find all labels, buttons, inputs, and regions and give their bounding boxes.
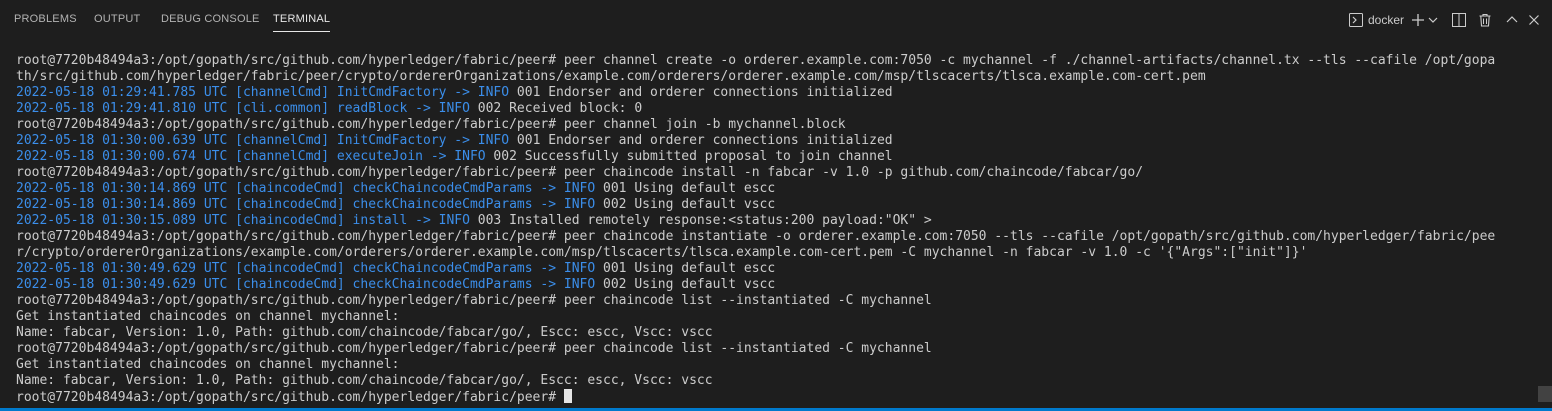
plus-icon[interactable] — [1410, 12, 1426, 28]
log-prefix: 2022-05-18 01:30:15.089 UTC [chaincodeCm… — [16, 213, 470, 228]
tab-terminal[interactable]: TERMINAL — [273, 13, 331, 32]
log-prefix: 2022-05-18 01:30:49.629 UTC [chaincodeCm… — [16, 277, 596, 292]
terminal-line: root@7720b48494a3:/opt/gopath/src/github… — [16, 341, 932, 356]
terminal-line: Get instantiated chaincodes on channel m… — [16, 357, 400, 372]
terminal-line: 2022-05-18 01:30:14.869 UTC [chaincodeCm… — [16, 181, 1528, 197]
log-prefix: 2022-05-18 01:29:41.810 UTC [cli.common]… — [16, 101, 470, 116]
log-message: 002 Using default vscc — [595, 277, 776, 292]
terminal-icon[interactable] — [1348, 12, 1364, 28]
tab-problems[interactable]: PROBLEMS — [14, 13, 77, 25]
log-prefix: 2022-05-18 01:30:14.869 UTC [chaincodeCm… — [16, 181, 596, 196]
terminal-line: 2022-05-18 01:30:00.674 UTC [channelCmd]… — [16, 149, 1528, 165]
log-prefix: 2022-05-18 01:30:00.674 UTC [channelCmd]… — [16, 149, 486, 164]
log-message: 002 Using default vscc — [595, 197, 776, 212]
log-message: 003 Installed remotely response:<status:… — [469, 213, 932, 228]
terminal-line: 2022-05-18 01:30:15.089 UTC [chaincodeCm… — [16, 213, 1528, 229]
terminal-line: th/src/github.com/hyperledger/fabric/pee… — [16, 69, 1206, 84]
chevron-down-icon[interactable] — [1427, 12, 1439, 28]
terminal-cursor — [563, 389, 572, 403]
trash-icon[interactable] — [1477, 12, 1493, 28]
log-prefix: 2022-05-18 01:30:00.639 UTC [channelCmd]… — [16, 133, 510, 148]
log-message: 001 Using default escc — [595, 181, 776, 196]
terminal-line: 2022-05-18 01:29:41.810 UTC [cli.common]… — [16, 101, 1528, 117]
terminal-line: 2022-05-18 01:30:49.629 UTC [chaincodeCm… — [16, 277, 1528, 293]
log-message: 002 Received block: 0 — [469, 101, 643, 116]
log-message: 001 Endorser and orderer connections ini… — [509, 85, 893, 100]
terminal-line: Name: fabcar, Version: 1.0, Path: github… — [16, 325, 713, 340]
terminal-output[interactable]: root@7720b48494a3:/opt/gopath/src/github… — [16, 53, 1528, 405]
chevron-up-icon[interactable] — [1504, 12, 1520, 28]
terminal-line: 2022-05-18 01:30:14.869 UTC [chaincodeCm… — [16, 197, 1528, 213]
terminal-scrollbar[interactable] — [1538, 386, 1552, 402]
log-prefix: 2022-05-18 01:30:14.869 UTC [chaincodeCm… — [16, 197, 596, 212]
log-message: 001 Using default escc — [595, 261, 776, 276]
split-icon[interactable] — [1451, 12, 1467, 28]
log-message: 002 Successfully submitted proposal to j… — [485, 149, 893, 164]
terminal-line: 2022-05-18 01:30:00.639 UTC [channelCmd]… — [16, 133, 1528, 149]
terminal-prompt: root@7720b48494a3:/opt/gopath/src/github… — [16, 390, 564, 405]
terminal-line: 2022-05-18 01:30:49.629 UTC [chaincodeCm… — [16, 261, 1528, 277]
terminal-line: r/crypto/ordererOrganizations/example.co… — [16, 245, 1308, 260]
log-prefix: 2022-05-18 01:29:41.785 UTC [channelCmd]… — [16, 85, 510, 100]
panel-tab-bar: PROBLEMS OUTPUT DEBUG CONSOLE TERMINAL d… — [0, 0, 1552, 40]
log-message: 001 Endorser and orderer connections ini… — [509, 133, 893, 148]
terminal-line: root@7720b48494a3:/opt/gopath/src/github… — [16, 117, 846, 132]
terminal-line: root@7720b48494a3:/opt/gopath/src/github… — [16, 165, 1144, 180]
tab-output[interactable]: OUTPUT — [94, 13, 140, 25]
terminal-line: Name: fabcar, Version: 1.0, Path: github… — [16, 373, 713, 388]
close-icon[interactable] — [1526, 12, 1542, 28]
tab-debug-console[interactable]: DEBUG CONSOLE — [161, 13, 260, 25]
terminal-line: 2022-05-18 01:29:41.785 UTC [channelCmd]… — [16, 85, 1528, 101]
terminal-line: root@7720b48494a3:/opt/gopath/src/github… — [16, 229, 1496, 244]
terminal-line: Get instantiated chaincodes on channel m… — [16, 309, 400, 324]
log-prefix: 2022-05-18 01:30:49.629 UTC [chaincodeCm… — [16, 261, 596, 276]
terminal-prompt-line[interactable]: root@7720b48494a3:/opt/gopath/src/github… — [16, 389, 1528, 405]
terminal-line: root@7720b48494a3:/opt/gopath/src/github… — [16, 53, 1496, 68]
terminal-shell-label[interactable]: docker — [1368, 13, 1404, 27]
terminal-line: root@7720b48494a3:/opt/gopath/src/github… — [16, 293, 932, 308]
